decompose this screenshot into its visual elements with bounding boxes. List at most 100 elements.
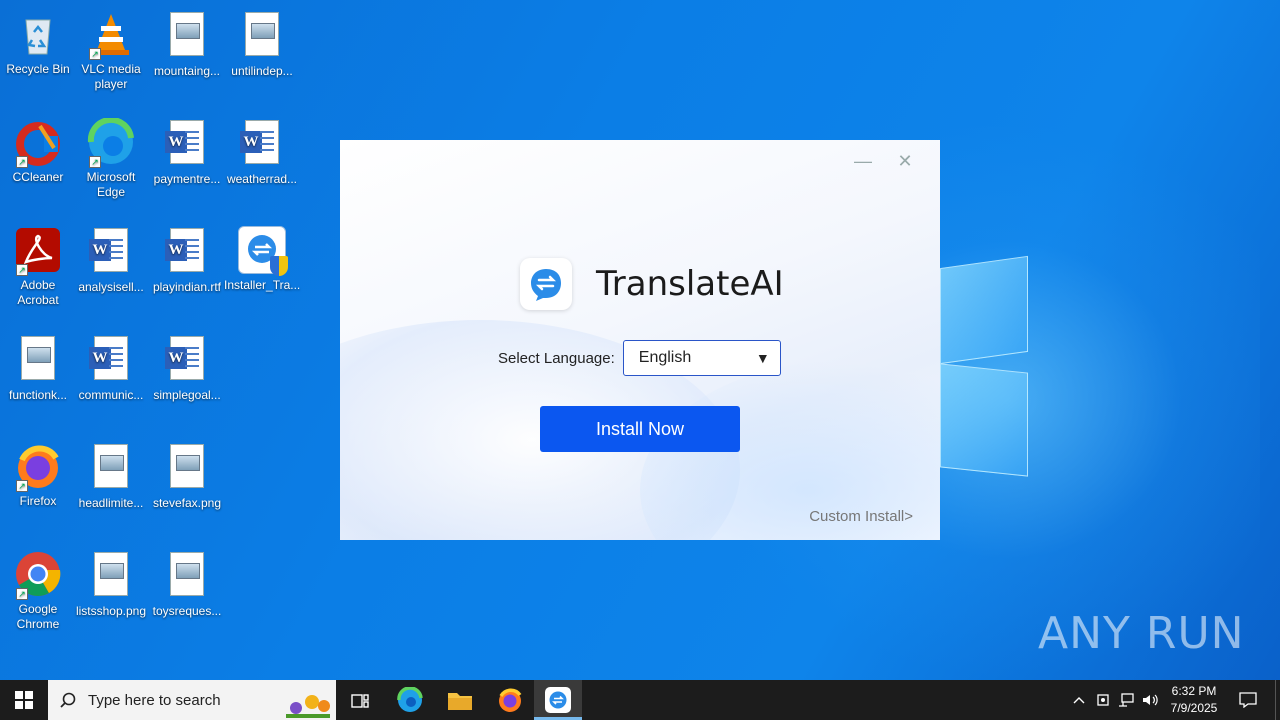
desktop-icon-file[interactable]: functionk... xyxy=(0,330,76,403)
icon-label: paymentre... xyxy=(153,172,221,186)
desktop-icon-ccleaner[interactable]: ↗ CCleaner xyxy=(0,114,76,185)
desktop-icon-firefox[interactable]: ↗ Firefox xyxy=(0,438,76,509)
desktop-icon-file[interactable]: mountaing... xyxy=(149,6,225,79)
desktop-icon-file[interactable]: listsshop.png xyxy=(73,546,149,619)
desktop-icon-file[interactable]: toysreques... xyxy=(149,546,225,619)
desktop-icon-word-doc[interactable]: W simplegoal... xyxy=(149,330,225,403)
windows-logo-icon xyxy=(15,691,33,709)
chevron-down-icon: ▼ xyxy=(755,350,770,366)
language-value: English xyxy=(638,349,692,366)
wallpaper-logo-pane xyxy=(940,255,1028,365)
desktop-icon-word-doc[interactable]: W analysisell... xyxy=(73,222,149,295)
image-file-icon xyxy=(87,552,135,600)
language-select[interactable]: English ▼ xyxy=(622,340,781,376)
language-row: Select Language: English ▼ xyxy=(498,340,781,376)
image-file-icon xyxy=(163,12,211,60)
notification-icon xyxy=(1239,692,1257,708)
icon-label: Firefox xyxy=(19,494,57,508)
icon-label: CCleaner xyxy=(12,170,64,184)
network-button[interactable] xyxy=(1115,680,1137,720)
icon-label: Microsoft Edge xyxy=(86,170,136,199)
icon-label: analysisell... xyxy=(78,280,144,294)
word-document-icon: W xyxy=(163,336,211,384)
translateai-installer-icon xyxy=(238,226,288,276)
icon-label: toysreques... xyxy=(152,604,222,618)
wallpaper-logo-pane xyxy=(940,363,1028,477)
search-placeholder: Type here to search xyxy=(88,691,221,709)
chrome-icon: ↗ xyxy=(14,550,62,600)
icon-label: simplegoal... xyxy=(153,388,221,402)
desktop-icon-acrobat[interactable]: ↗ Adobe Acrobat xyxy=(0,222,76,308)
desktop-icon-vlc[interactable]: ↗ VLC media player xyxy=(73,6,149,92)
uac-shield-icon xyxy=(270,256,288,276)
icon-label: untilindep... xyxy=(231,64,293,78)
taskbar-translateai[interactable] xyxy=(534,680,582,720)
recycle-bin-icon xyxy=(14,10,62,58)
desktop-icon-file[interactable]: untilindep... xyxy=(224,6,300,79)
word-document-icon: W xyxy=(163,228,211,276)
ccleaner-icon: ↗ xyxy=(14,118,62,168)
desktop-icon-word-doc[interactable]: W communic... xyxy=(73,330,149,403)
shortcut-arrow-icon: ↗ xyxy=(16,480,28,492)
desktop-icon-chrome[interactable]: ↗ Google Chrome xyxy=(0,546,76,632)
language-label: Select Language: xyxy=(498,349,615,367)
icon-label: communic... xyxy=(78,388,144,402)
close-button[interactable]: ✕ xyxy=(892,150,918,172)
task-view-button[interactable] xyxy=(336,680,384,720)
image-file-icon xyxy=(163,552,211,600)
action-center-button[interactable] xyxy=(1234,680,1262,720)
image-file-icon xyxy=(238,12,286,60)
edge-icon: ↗ xyxy=(87,116,135,168)
translateai-logo-icon xyxy=(520,258,572,310)
taskbar: Type here to search 6:32 PM 7/9/2025 xyxy=(0,680,1280,720)
icon-label: Google Chrome xyxy=(16,602,60,631)
desktop-icon-recycle-bin[interactable]: Recycle Bin xyxy=(0,6,76,77)
minimize-button[interactable]: — xyxy=(850,150,876,172)
shortcut-arrow-icon: ↗ xyxy=(89,48,101,60)
edge-icon xyxy=(397,687,423,712)
app-title: TranslateAI xyxy=(596,264,784,304)
taskbar-firefox[interactable] xyxy=(486,680,534,720)
show-desktop-strip[interactable] xyxy=(1275,680,1280,720)
custom-install-link[interactable]: Custom Install> xyxy=(809,508,913,525)
taskbar-edge[interactable] xyxy=(386,680,434,720)
icon-label: headlimite... xyxy=(78,496,144,510)
taskbar-file-explorer[interactable] xyxy=(436,680,484,720)
icon-label: VLC media player xyxy=(81,62,141,91)
show-hidden-icons-button[interactable] xyxy=(1068,680,1090,720)
firefox-icon xyxy=(499,688,522,712)
word-document-icon: W xyxy=(87,336,135,384)
desktop-icon-edge[interactable]: ↗ Microsoft Edge xyxy=(73,114,149,200)
tray-app-icon[interactable] xyxy=(1092,680,1114,720)
icon-label: functionk... xyxy=(8,388,68,402)
icon-label: Installer_Tra... xyxy=(224,278,301,292)
image-file-icon xyxy=(163,444,211,492)
search-icon xyxy=(60,692,76,708)
anyrun-watermark: ANY RUN xyxy=(1038,608,1245,659)
search-highlight-flowers-icon xyxy=(286,695,330,718)
icon-label: mountaing... xyxy=(153,64,221,78)
icon-label: Adobe Acrobat xyxy=(17,278,59,307)
word-document-icon: W xyxy=(87,228,135,276)
word-document-icon: W xyxy=(163,120,211,168)
start-button[interactable] xyxy=(0,680,48,720)
desktop-icon-word-doc[interactable]: W playindian.rtf xyxy=(149,222,225,295)
desktop-icon-word-doc[interactable]: W weatherrad... xyxy=(224,114,300,187)
network-icon xyxy=(1119,693,1134,707)
icon-label: listsshop.png xyxy=(75,604,147,618)
desktop-icon-installer[interactable]: Installer_Tra... xyxy=(224,222,300,293)
task-view-icon xyxy=(351,694,369,708)
clock-date: 7/9/2025 xyxy=(1170,701,1218,715)
desktop-icon-file[interactable]: stevefax.png xyxy=(149,438,225,511)
image-file-icon xyxy=(87,444,135,492)
install-now-button[interactable]: Install Now xyxy=(540,406,740,452)
desktop-icon-file[interactable]: headlimite... xyxy=(73,438,149,511)
folder-icon xyxy=(448,693,472,710)
shortcut-arrow-icon: ↗ xyxy=(16,264,28,276)
image-file-icon xyxy=(14,336,62,384)
desktop-icon-word-doc[interactable]: W paymentre... xyxy=(149,114,225,187)
clock-time: 6:32 PM xyxy=(1171,684,1217,698)
taskbar-clock[interactable]: 6:32 PM 7/9/2025 xyxy=(1158,683,1230,717)
firefox-icon: ↗ xyxy=(14,442,62,492)
taskbar-search[interactable]: Type here to search xyxy=(48,680,336,720)
